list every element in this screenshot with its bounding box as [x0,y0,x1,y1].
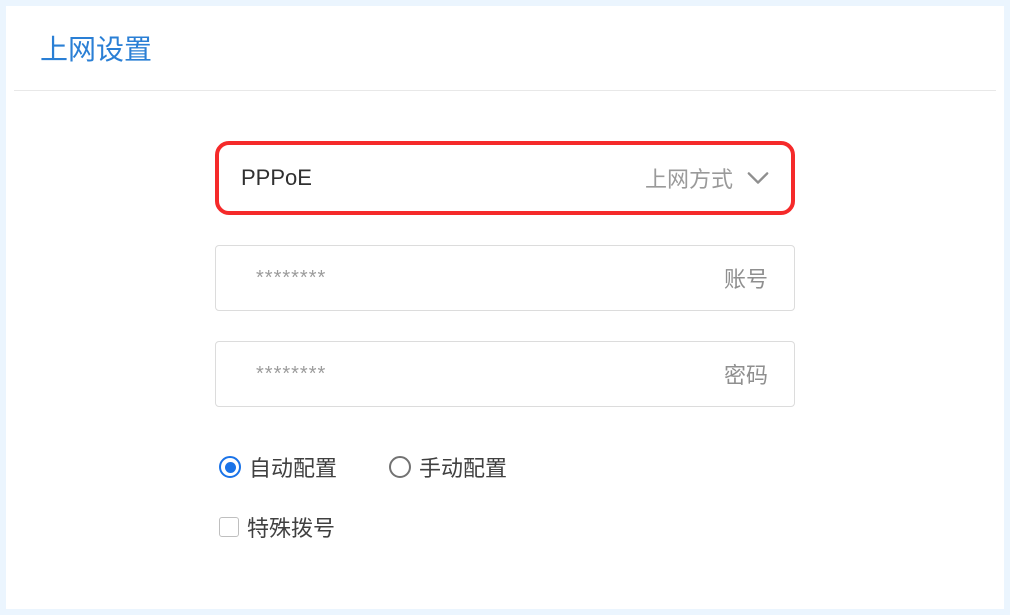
account-row: ******** 账号 [215,245,795,311]
connection-mode-row: PPPoE 上网方式 [215,141,795,215]
radio-selected-icon [219,456,241,478]
form-area: PPPoE 上网方式 ******** 账号 ******** 密码 [6,91,1004,543]
account-label: 账号 [724,262,768,294]
special-dial-row: 特殊拨号 [215,511,795,543]
connection-mode-value: PPPoE [241,165,645,191]
config-mode-radio-group: 自动配置 手动配置 [215,451,795,483]
chevron-down-icon [747,171,769,185]
manual-config-radio[interactable]: 手动配置 [389,451,507,483]
connection-mode-label: 上网方式 [645,162,733,194]
special-dial-label: 特殊拨号 [247,511,335,543]
settings-panel: 上网设置 PPPoE 上网方式 ******** 账号 ******** [6,6,1004,609]
manual-config-label: 手动配置 [419,451,507,483]
connection-mode-select[interactable]: PPPoE 上网方式 [215,141,795,215]
password-value: ******** [256,363,724,386]
radio-dot-icon [225,462,236,473]
account-value: ******** [256,267,724,290]
special-dial-checkbox[interactable] [219,517,239,537]
radio-unselected-icon [389,456,411,478]
auto-config-radio[interactable]: 自动配置 [219,451,337,483]
password-row: ******** 密码 [215,341,795,407]
account-input[interactable]: ******** 账号 [215,245,795,311]
password-label: 密码 [724,358,768,390]
auto-config-label: 自动配置 [249,451,337,483]
password-input[interactable]: ******** 密码 [215,341,795,407]
page-title: 上网设置 [14,28,996,91]
